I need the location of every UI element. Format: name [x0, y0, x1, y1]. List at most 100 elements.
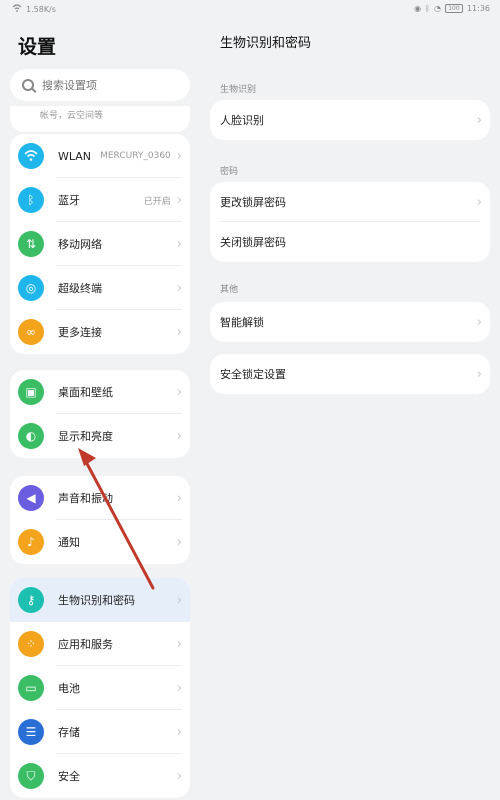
chevron-right-icon: › [476, 366, 482, 382]
chevron-right-icon: › [176, 428, 182, 444]
page-title: 生物识别和密码 [220, 36, 312, 51]
display-group: ▣ 桌面和壁纸 › ◐ 显示和亮度 › [10, 370, 190, 458]
sidebar-item-biometrics-password[interactable]: ⚷ 生物识别和密码 › [10, 578, 190, 622]
security-lock-settings-item[interactable]: 安全锁定设置 › [210, 354, 490, 394]
status-bar: 1.58K/s ◉ ᛒ ◔ 100 11:36 [0, 0, 500, 20]
search-box[interactable] [10, 69, 190, 101]
other-group: 智能解锁 › [210, 302, 490, 342]
sidebar-item-label: 电池 [58, 682, 80, 695]
account-card[interactable]: 帐号，云空间等 [10, 106, 190, 132]
sidebar-item-label: 超级终端 [58, 282, 102, 295]
sidebar-item-label: 通知 [58, 536, 80, 549]
app-title: 设置 [18, 36, 57, 58]
chevron-right-icon: › [176, 592, 182, 608]
sidebar-item-more-connections[interactable]: ∞ 更多连接 › [10, 310, 190, 354]
chevron-right-icon: › [176, 280, 182, 296]
sidebar-item-label: 更多连接 [58, 326, 102, 339]
sidebar-item-super-device[interactable]: ◎ 超级终端 › [10, 266, 190, 310]
disable-lock-password-item[interactable]: 关闭锁屏密码 [210, 222, 490, 262]
chevron-right-icon: › [476, 194, 482, 210]
wlan-value: MERCURY_0360 [100, 151, 171, 161]
eye-comfort-icon: ◉ [414, 4, 422, 13]
sidebar-item-battery[interactable]: ▭ 电池 › [10, 666, 190, 710]
sidebar-item-label: 生物识别和密码 [58, 594, 135, 607]
chevron-right-icon: › [176, 534, 182, 550]
change-lock-password-item[interactable]: 更改锁屏密码 › [210, 182, 490, 222]
sidebar-item-display-brightness[interactable]: ◐ 显示和亮度 › [10, 414, 190, 458]
search-icon [22, 79, 34, 91]
clock: 11:36 [466, 4, 490, 13]
sidebar-item-label: 桌面和壁纸 [58, 386, 113, 399]
sidebar-item-sound-vibration[interactable]: ◀ 声音和振动 › [10, 476, 190, 520]
search-input[interactable] [42, 78, 172, 92]
chevron-right-icon: › [476, 314, 482, 330]
signal-icon: ⇅ [18, 231, 44, 257]
change-lock-password-label: 更改锁屏密码 [220, 196, 286, 209]
image-icon: ▣ [18, 379, 44, 405]
section-label-biometrics: 生物识别 [220, 85, 257, 95]
brightness-icon: ◐ [18, 423, 44, 449]
chevron-right-icon: › [176, 636, 182, 652]
sidebar-item-notifications[interactable]: ♪ 通知 › [10, 520, 190, 564]
chevron-right-icon: › [176, 490, 182, 506]
bluetooth-value: 已开启 [143, 196, 171, 207]
apps-icon: ⁘ [18, 631, 44, 657]
detail-pane: 生物识别和密码 生物识别 人脸识别 › 密码 更改锁屏密码 › 关闭锁屏密码 其… [200, 20, 500, 800]
sidebar-item-bluetooth[interactable]: ᛒ 蓝牙 已开启 › [10, 178, 190, 222]
key-icon: ⚷ [18, 587, 44, 613]
battery-icon: ▭ [18, 675, 44, 701]
network-speed: 1.58K/s [26, 4, 56, 14]
bluetooth-status-icon: ᛒ [425, 4, 430, 13]
bluetooth-icon: ᛒ [18, 187, 44, 213]
status-right: ◉ ᛒ ◔ 100 11:36 [414, 4, 490, 13]
account-subtitle: 帐号，云空间等 [40, 111, 104, 121]
wifi-status-icon [12, 4, 22, 14]
wifi-icon [18, 143, 44, 169]
chevron-right-icon: › [176, 192, 182, 208]
status-left: 1.58K/s [12, 4, 56, 14]
sidebar-item-mobile-network[interactable]: ⇅ 移动网络 › [10, 222, 190, 266]
shield-icon: ⛉ [18, 763, 44, 789]
sidebar-item-label: 应用和服务 [58, 638, 113, 651]
settings-sidebar: 设置 帐号，云空间等 WLAN MERCURY_0360 › ᛒ 蓝牙 已开启 … [0, 20, 200, 800]
chevron-right-icon: › [176, 148, 182, 164]
smart-unlock-item[interactable]: 智能解锁 › [210, 302, 490, 342]
connectivity-group: WLAN MERCURY_0360 › ᛒ 蓝牙 已开启 › ⇅ 移动网络 › … [10, 134, 190, 354]
storage-icon: ☰ [18, 719, 44, 745]
sidebar-item-label: 显示和亮度 [58, 430, 113, 443]
face-recognition-item[interactable]: 人脸识别 › [210, 100, 490, 140]
chevron-right-icon: › [176, 384, 182, 400]
sidebar-item-label: 声音和振动 [58, 492, 113, 505]
disable-lock-password-label: 关闭锁屏密码 [220, 236, 286, 249]
password-group: 更改锁屏密码 › 关闭锁屏密码 [210, 182, 490, 262]
system-group: ⚷ 生物识别和密码 › ⁘ 应用和服务 › ▭ 电池 › ☰ 存储 › ⛉ 安全… [10, 578, 190, 798]
volume-icon: ◀ [18, 485, 44, 511]
section-label-other: 其他 [220, 285, 239, 295]
bell-icon: ♪ [18, 529, 44, 555]
chevron-right-icon: › [176, 680, 182, 696]
chevron-right-icon: › [176, 236, 182, 252]
sound-group: ◀ 声音和振动 › ♪ 通知 › [10, 476, 190, 564]
chevron-right-icon: › [476, 112, 482, 128]
battery-indicator: 100 [444, 4, 463, 13]
biometrics-group: 人脸识别 › [210, 100, 490, 140]
lock-settings-group: 安全锁定设置 › [210, 354, 490, 394]
sidebar-item-label: 安全 [58, 770, 80, 783]
sidebar-item-label: 移动网络 [58, 238, 102, 251]
sidebar-item-wlan[interactable]: WLAN MERCURY_0360 › [10, 134, 190, 178]
sidebar-item-storage[interactable]: ☰ 存储 › [10, 710, 190, 754]
sidebar-item-label: WLAN [58, 149, 92, 163]
sidebar-item-apps-services[interactable]: ⁘ 应用和服务 › [10, 622, 190, 666]
sidebar-item-desktop-wallpaper[interactable]: ▣ 桌面和壁纸 › [10, 370, 190, 414]
sidebar-item-label: 蓝牙 [58, 194, 80, 207]
super-device-icon: ◎ [18, 275, 44, 301]
face-recognition-label: 人脸识别 [220, 114, 264, 127]
link-icon: ∞ [18, 319, 44, 345]
chevron-right-icon: › [176, 768, 182, 784]
security-lock-settings-label: 安全锁定设置 [220, 368, 286, 381]
sidebar-item-label: 存储 [58, 726, 80, 739]
chevron-right-icon: › [176, 724, 182, 740]
chevron-right-icon: › [176, 324, 182, 340]
alarm-icon: ◔ [433, 4, 441, 13]
sidebar-item-security[interactable]: ⛉ 安全 › [10, 754, 190, 798]
